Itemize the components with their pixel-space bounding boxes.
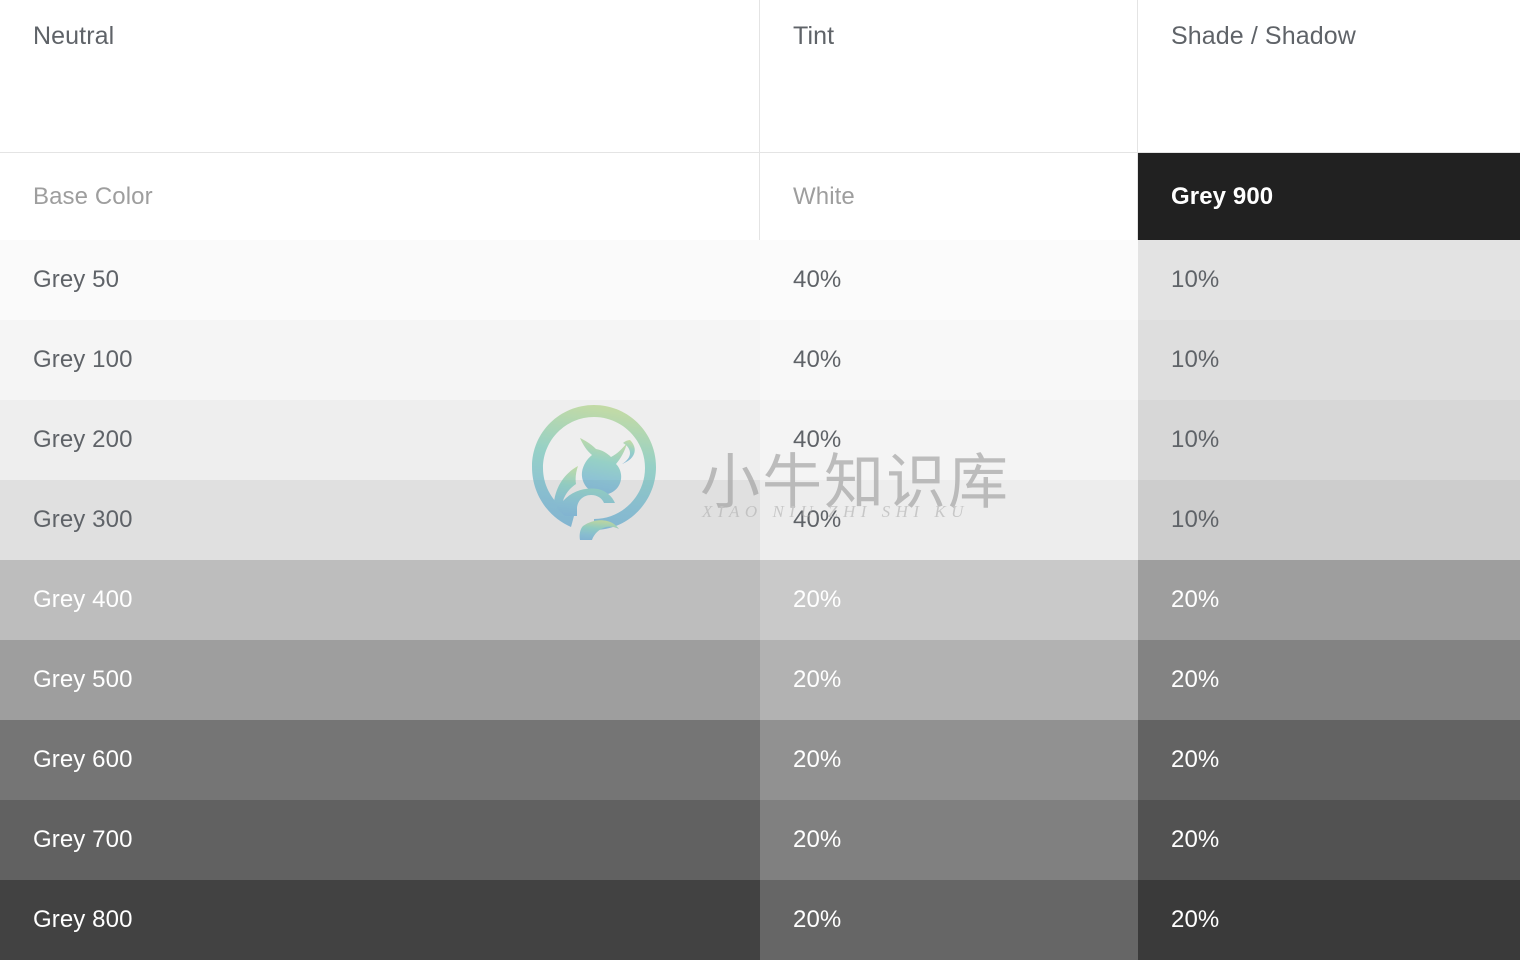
swatch-base-grey-700[interactable]: Grey 700 — [0, 800, 760, 880]
swatch-tint-grey-100-label: 40% — [793, 346, 842, 373]
column-header-neutral: Neutral — [0, 0, 760, 152]
table-row: Grey 400 20% 20% — [0, 560, 1520, 640]
swatch-tint-grey-400-label: 20% — [793, 586, 842, 613]
swatch-base-grey-600-label: Grey 600 — [33, 746, 133, 773]
swatch-tint-grey-600-label: 20% — [793, 746, 842, 773]
swatch-shade-grey-600[interactable]: 20% — [1138, 720, 1520, 800]
swatch-tint-grey-700[interactable]: 20% — [760, 800, 1138, 880]
table-row: Grey 600 20% 20% — [0, 720, 1520, 800]
swatch-tint-grey-300[interactable]: 40% — [760, 480, 1138, 560]
swatch-tint-grey-600[interactable]: 20% — [760, 720, 1138, 800]
table-row: Grey 50 40% 10% — [0, 240, 1520, 320]
swatch-shade-grey-700[interactable]: 20% — [1138, 800, 1520, 880]
table-row-base-color: Base Color White Grey 900 — [0, 153, 1520, 240]
swatch-tint-grey-50[interactable]: 40% — [760, 240, 1138, 320]
swatch-base-grey-800[interactable]: Grey 800 — [0, 880, 760, 960]
swatch-tint-grey-100[interactable]: 40% — [760, 320, 1138, 400]
column-header-neutral-label: Neutral — [33, 22, 115, 50]
swatch-base-grey-300[interactable]: Grey 300 — [0, 480, 760, 560]
swatch-base-grey-200[interactable]: Grey 200 — [0, 400, 760, 480]
swatch-shade-base-color-label: Grey 900 — [1171, 182, 1274, 210]
swatch-shade-grey-400-label: 20% — [1171, 586, 1220, 613]
swatch-shade-grey-600-label: 20% — [1171, 746, 1220, 773]
swatch-tint-grey-800[interactable]: 20% — [760, 880, 1138, 960]
swatch-base-grey-800-label: Grey 800 — [33, 906, 133, 933]
swatch-base-grey-500-label: Grey 500 — [33, 666, 133, 693]
swatch-tint-grey-200[interactable]: 40% — [760, 400, 1138, 480]
swatch-tint-base-color-label: White — [793, 182, 855, 210]
column-header-tint: Tint — [760, 0, 1138, 152]
swatch-tint-grey-700-label: 20% — [793, 826, 842, 853]
swatch-shade-grey-500-label: 20% — [1171, 666, 1220, 693]
swatch-tint-grey-300-label: 40% — [793, 506, 842, 533]
swatch-shade-grey-300-label: 10% — [1171, 506, 1220, 533]
column-header-shade-label: Shade / Shadow — [1171, 22, 1356, 50]
swatch-base-grey-400-label: Grey 400 — [33, 586, 133, 613]
table-row: Grey 300 40% 10% — [0, 480, 1520, 560]
swatch-shade-base-color[interactable]: Grey 900 — [1138, 153, 1520, 240]
swatch-base-base-color-label: Base Color — [33, 182, 153, 210]
swatch-tint-base-color[interactable]: White — [760, 153, 1138, 240]
color-palette-table: Neutral Tint Shade / Shadow Base Color Wh… — [0, 0, 1520, 960]
swatch-base-grey-50[interactable]: Grey 50 — [0, 240, 760, 320]
column-header-tint-label: Tint — [793, 22, 835, 50]
swatch-tint-grey-800-label: 20% — [793, 906, 842, 933]
swatch-base-grey-300-label: Grey 300 — [33, 506, 133, 533]
swatch-shade-grey-700-label: 20% — [1171, 826, 1220, 853]
table-row: Grey 500 20% 20% — [0, 640, 1520, 720]
table-header-row: Neutral Tint Shade / Shadow — [0, 0, 1520, 153]
swatch-base-base-color[interactable]: Base Color — [0, 153, 760, 240]
swatch-shade-grey-50[interactable]: 10% — [1138, 240, 1520, 320]
table-row: Grey 200 40% 10% — [0, 400, 1520, 480]
table-body: Base Color White Grey 900 Grey 50 40% 10% Grey… — [0, 153, 1520, 960]
swatch-shade-grey-800[interactable]: 20% — [1138, 880, 1520, 960]
swatch-shade-grey-400[interactable]: 20% — [1138, 560, 1520, 640]
swatch-base-grey-200-label: Grey 200 — [33, 426, 133, 453]
swatch-base-grey-50-label: Grey 50 — [33, 266, 120, 293]
swatch-base-grey-100-label: Grey 100 — [33, 346, 133, 373]
swatch-base-grey-100[interactable]: Grey 100 — [0, 320, 760, 400]
swatch-base-grey-500[interactable]: Grey 500 — [0, 640, 760, 720]
table-row: Grey 100 40% 10% — [0, 320, 1520, 400]
swatch-shade-grey-300[interactable]: 10% — [1138, 480, 1520, 560]
swatch-shade-grey-50-label: 10% — [1171, 266, 1220, 293]
swatch-tint-grey-200-label: 40% — [793, 426, 842, 453]
swatch-tint-grey-400[interactable]: 20% — [760, 560, 1138, 640]
swatch-shade-grey-100-label: 10% — [1171, 346, 1220, 373]
swatch-shade-grey-100[interactable]: 10% — [1138, 320, 1520, 400]
swatch-tint-grey-50-label: 40% — [793, 266, 842, 293]
table-row: Grey 700 20% 20% — [0, 800, 1520, 880]
swatch-shade-grey-200-label: 10% — [1171, 426, 1220, 453]
swatch-tint-grey-500[interactable]: 20% — [760, 640, 1138, 720]
swatch-shade-grey-800-label: 20% — [1171, 906, 1220, 933]
swatch-base-grey-400[interactable]: Grey 400 — [0, 560, 760, 640]
swatch-base-grey-700-label: Grey 700 — [33, 826, 133, 853]
column-header-shade: Shade / Shadow — [1138, 0, 1520, 152]
table-row: Grey 800 20% 20% — [0, 880, 1520, 960]
swatch-base-grey-600[interactable]: Grey 600 — [0, 720, 760, 800]
swatch-tint-grey-500-label: 20% — [793, 666, 842, 693]
swatch-shade-grey-200[interactable]: 10% — [1138, 400, 1520, 480]
swatch-shade-grey-500[interactable]: 20% — [1138, 640, 1520, 720]
